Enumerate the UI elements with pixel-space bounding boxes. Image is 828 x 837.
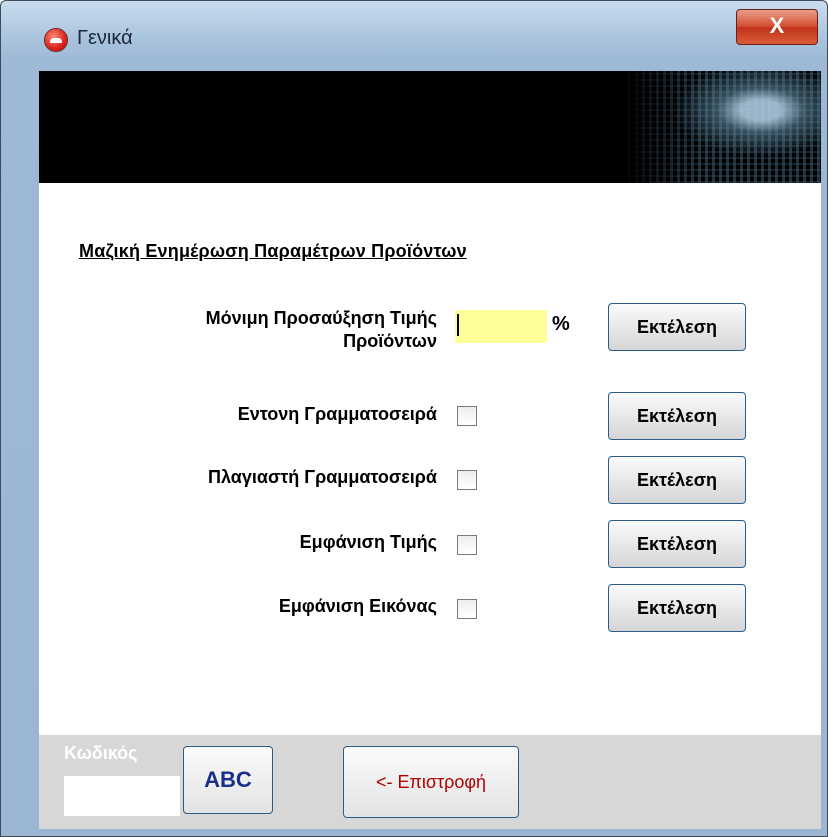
code-label: Κωδικός — [64, 743, 138, 763]
bold-font-label: Εντονη Γραμματοσειρά — [237, 404, 437, 424]
section-title: Μαζική Ενημέρωση Παραμέτρων Προϊόντων — [79, 241, 467, 261]
italic-font-checkbox[interactable] — [457, 470, 477, 490]
app-icon — [45, 29, 67, 51]
title-bar[interactable]: Γενικά X — [1, 1, 827, 61]
show-price-execute-button[interactable]: Εκτέλεση — [608, 520, 746, 568]
price-increase-label: Μόνιμη Προσαύξηση Τιμής Προϊόντων — [206, 307, 437, 353]
application-window: Γενικά X Μαζική Ενημέρωση Παραμέτρων Προ… — [0, 0, 828, 837]
price-increase-label-line2: Προϊόντων — [343, 331, 437, 351]
header-banner — [39, 71, 821, 183]
show-image-label: Εμφάνιση Εικόνας — [278, 596, 437, 616]
window-title: Γενικά — [77, 27, 133, 49]
show-image-checkbox[interactable] — [457, 599, 477, 619]
price-increase-label-line1: Μόνιμη Προσαύξηση Τιμής — [205, 308, 437, 328]
show-price-checkbox[interactable] — [457, 535, 477, 555]
show-price-label: Εμφάνιση Τιμής — [299, 532, 437, 552]
close-button[interactable]: X — [736, 9, 818, 45]
client-area: Μαζική Ενημέρωση Παραμέτρων Προϊόντων Μό… — [39, 71, 821, 829]
back-button[interactable]: <- Επιστροφή — [343, 746, 519, 818]
text-caret — [457, 314, 459, 336]
abc-button[interactable]: ABC — [183, 746, 273, 814]
percent-sign: % — [552, 313, 570, 335]
code-input[interactable] — [64, 776, 180, 816]
bold-font-execute-button[interactable]: Εκτέλεση — [608, 392, 746, 440]
show-image-execute-button[interactable]: Εκτέλεση — [608, 584, 746, 632]
price-increase-input[interactable] — [455, 310, 547, 343]
italic-font-label: Πλαγιαστή Γραμματοσειρά — [208, 467, 437, 487]
banner-image — [621, 71, 821, 183]
italic-font-execute-button[interactable]: Εκτέλεση — [608, 456, 746, 504]
bold-font-checkbox[interactable] — [457, 406, 477, 426]
price-increase-execute-button[interactable]: Εκτέλεση — [608, 303, 746, 351]
